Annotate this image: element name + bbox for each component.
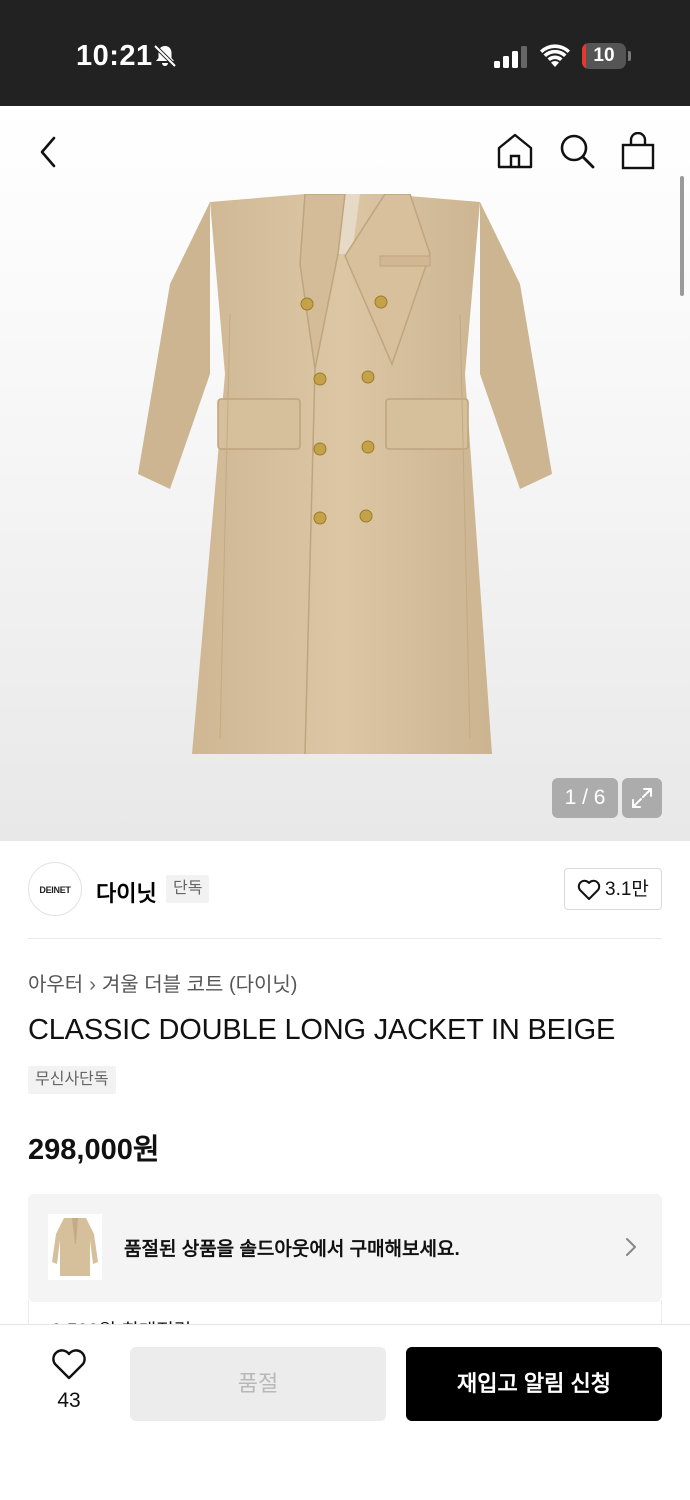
heart-icon — [577, 879, 601, 900]
chevron-right-icon: › — [89, 974, 96, 996]
expand-icon — [632, 788, 652, 808]
brand-like-count: 3.1만 — [605, 879, 649, 900]
product-image — [138, 194, 552, 755]
chevron-left-icon[interactable] — [34, 134, 64, 170]
soldout-banner[interactable]: 품절된 상품을 솔드아웃에서 구매해보세요. — [28, 1194, 662, 1302]
expand-image-button[interactable] — [622, 778, 662, 818]
cellular-signal-icon — [494, 46, 527, 68]
brand-logo[interactable]: DEINET — [28, 862, 82, 916]
restock-alert-button[interactable]: 재입고 알림 신청 — [406, 1347, 662, 1421]
top-navigation-bar — [0, 106, 690, 196]
breadcrumb-subcategory[interactable]: 겨울 더블 코트 (다이닛) — [102, 974, 298, 996]
battery-indicator: 10 — [582, 43, 626, 69]
bell-off-icon — [153, 44, 177, 68]
brand-row: DEINET 다이닛 단독 3.1만 — [28, 862, 662, 918]
product-title: CLASSIC DOUBLE LONG JACKET IN BEIGE — [28, 1014, 616, 1046]
status-time: 10:21 — [76, 40, 153, 72]
image-pager: 1 / 6 — [552, 778, 618, 818]
exclusive-tag: 무신사단독 — [28, 1066, 116, 1094]
bottom-action-bar: 43 품절 재입고 알림 신청 — [0, 1324, 690, 1500]
brand-like-button[interactable]: 3.1만 — [564, 868, 662, 910]
battery-level-text: 10 — [593, 45, 615, 66]
product-price: 298,000원 — [28, 1134, 160, 1166]
soldout-button[interactable]: 품절 — [130, 1347, 386, 1421]
soldout-thumbnail — [48, 1214, 102, 1280]
chevron-right-icon — [626, 1238, 636, 1256]
search-icon[interactable] — [558, 132, 596, 170]
heart-icon — [52, 1349, 86, 1380]
brand-exclusive-badge: 단독 — [166, 875, 210, 903]
status-bar: 10:21 10 — [0, 0, 690, 106]
wifi-icon — [540, 44, 570, 67]
soldout-banner-text: 품절된 상품을 솔드아웃에서 구매해보세요. — [124, 1239, 460, 1260]
wishlist-button[interactable]: 43 — [40, 1349, 98, 1419]
wishlist-count: 43 — [57, 1389, 81, 1412]
shopping-bag-icon[interactable] — [620, 132, 656, 170]
battery-tip — [628, 51, 631, 61]
breadcrumb-category[interactable]: 아우터 — [28, 974, 83, 996]
breadcrumb: 아우터 › 겨울 더블 코트 (다이닛) — [28, 968, 297, 997]
home-icon[interactable] — [496, 132, 534, 170]
scroll-indicator — [680, 176, 684, 296]
divider — [28, 938, 662, 939]
product-image-gallery[interactable]: 1 / 6 — [0, 106, 690, 841]
brand-name[interactable]: 다이닛 — [96, 876, 157, 908]
